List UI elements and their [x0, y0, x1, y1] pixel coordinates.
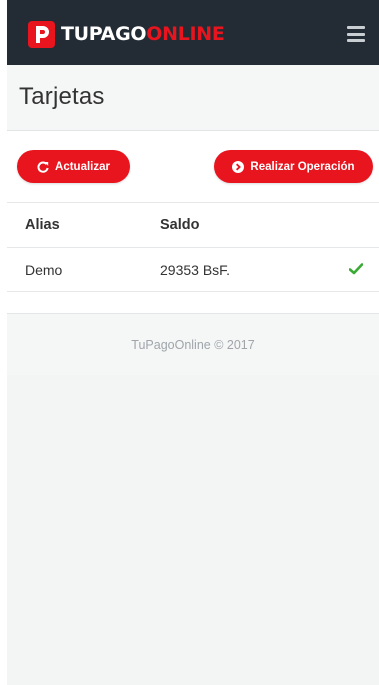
card-alias: Demo [25, 262, 63, 278]
refresh-button[interactable]: Actualizar [17, 150, 130, 183]
check-icon [348, 262, 364, 278]
perform-operation-button[interactable]: Realizar Operación [214, 150, 373, 183]
column-header-alias: Alias [25, 217, 60, 233]
footer-copyright: TuPagoOnline © 2017 [131, 338, 255, 352]
cards-panel: Actualizar Realizar Operación Alias Sald… [7, 131, 379, 313]
logo[interactable]: TUPAGOONLINE [28, 20, 225, 48]
cards-table: Alias Saldo Demo 29353 BsF. [7, 202, 379, 292]
card-balance: 29353 BsF. [160, 262, 231, 278]
hamburger-icon[interactable] [347, 26, 365, 42]
logo-text-white: TUPAGO [61, 22, 147, 45]
table-header-row: Alias Saldo [7, 203, 379, 247]
perform-operation-label: Realizar Operación [250, 160, 355, 173]
arrow-circle-right-icon [232, 160, 245, 173]
p-letter-icon [28, 20, 55, 48]
page-header: Tarjetas [7, 65, 379, 131]
table-row[interactable]: Demo 29353 BsF. [7, 247, 379, 291]
page-title: Tarjetas [19, 83, 105, 110]
footer: TuPagoOnline © 2017 [7, 313, 379, 375]
column-header-saldo: Saldo [160, 217, 200, 233]
app-frame: TUPAGOONLINE Tarjetas Actualizar Realiza… [7, 0, 379, 685]
refresh-icon [37, 161, 49, 173]
refresh-button-label: Actualizar [55, 160, 110, 173]
logo-text-red: ONLINE [146, 22, 225, 45]
logo-text: TUPAGOONLINE [61, 21, 225, 48]
top-navbar: TUPAGOONLINE [7, 0, 379, 65]
